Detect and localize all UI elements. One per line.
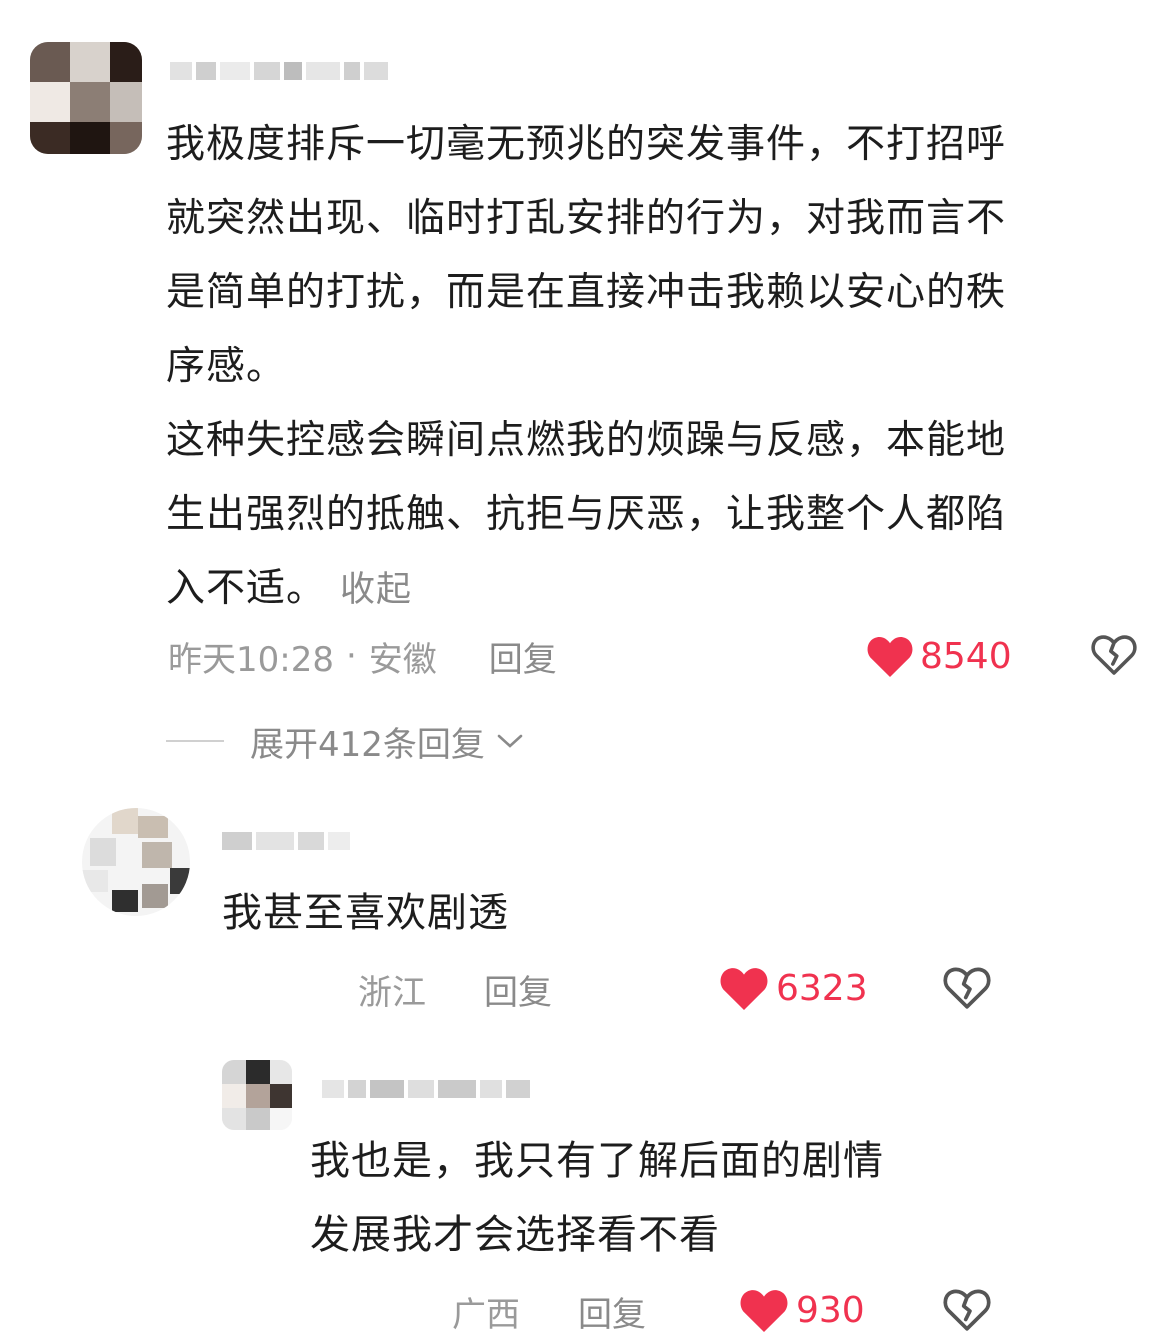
comment-line: 序感。 [166,344,287,389]
comment-line: 这种失控感会瞬间点燃我的烦躁与反感，本能地 [166,418,1007,463]
collapse-link[interactable]: 收起 [340,570,412,610]
comment-location: 浙江 [358,972,426,1013]
dislike-button[interactable] [1090,632,1138,680]
avatar[interactable] [82,808,190,916]
username-blurred[interactable] [322,1080,530,1098]
reply-text: 我也是，我只有了解后面的剧情 发展我才会选择看不看 [310,1124,884,1272]
meta-separator: · [345,636,357,676]
like-button[interactable]: 6323 [718,962,868,1014]
comment-text: 我极度排斥一切毫无预兆的突发事件，不打招呼 就突然出现、临时打乱安排的行为，对我… [166,108,1146,627]
comment-line: 我极度排斥一切毫无预兆的突发事件，不打招呼 [166,122,1007,167]
like-button[interactable]: 930 [738,1284,865,1336]
comment-location: 安徽 [368,639,437,680]
reply-meta: 广西 回复 [452,1286,646,1336]
comment-line-text: 入不适。 [166,566,327,611]
reply-meta: 浙江 回复 [358,964,552,1014]
comment-line: 就突然出现、临时打乱安排的行为，对我而言不 [166,196,1007,241]
comment-meta: 昨天10:28 · 安徽 回复 [168,632,557,680]
comment-location: 广西 [452,1294,520,1335]
comment-line: 生出强烈的抵触、抗拒与厌恶，让我整个人都陷 [166,492,1007,537]
broken-heart-icon [943,1289,991,1331]
expand-replies[interactable]: 展开412条回复 [166,716,525,766]
username-blurred[interactable] [222,832,350,850]
like-count: 8540 [920,635,1012,677]
heart-icon [867,637,913,677]
broken-heart-icon [943,967,991,1009]
broken-heart-icon [1091,635,1137,675]
expand-replies-label: 展开412条回复 [250,724,485,765]
like-button[interactable]: 8540 [866,630,1012,682]
dislike-button[interactable] [942,1286,992,1336]
reply-line: 发展我才会选择看不看 [310,1212,720,1258]
comment-line-last: 入不适。 收起 [166,552,1146,627]
like-count: 6323 [776,967,868,1009]
reply-button[interactable]: 回复 [484,965,552,1014]
comment-time: 昨天10:28 [168,639,334,680]
username-blurred[interactable] [170,62,388,80]
comment-line: 是简单的打扰，而是在直接冲击我赖以安心的秩 [166,270,1007,315]
dislike-button[interactable] [942,964,992,1014]
heart-icon [720,968,768,1010]
reply-button[interactable]: 回复 [489,632,557,681]
reply-line: 我也是，我只有了解后面的剧情 [310,1138,884,1184]
heart-icon [740,1290,788,1332]
reply-text: 我甚至喜欢剧透 [222,890,509,936]
reply-button[interactable]: 回复 [578,1287,646,1336]
chevron-down-icon [497,734,523,748]
avatar[interactable] [222,1060,292,1130]
like-count: 930 [796,1289,865,1331]
avatar[interactable] [30,42,142,154]
divider-line [166,740,224,742]
